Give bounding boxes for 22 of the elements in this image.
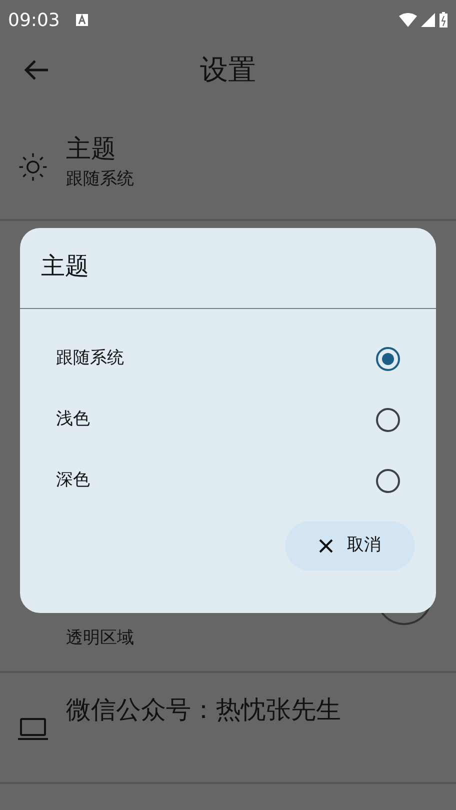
theme-option[interactable]: 深色 [20,450,436,511]
notification-icon [76,14,88,26]
dialog-title: 主题 [41,251,90,282]
setting-title: 主题 [66,133,117,165]
radio-button[interactable] [376,346,400,370]
laptop-icon [17,717,49,741]
setting-title: 微信公众号：热忱张先生 [66,694,341,726]
close-icon [319,539,333,553]
page-title: 设置 [200,52,256,88]
radio-button[interactable] [376,468,400,492]
setting-subtitle: 跟随系统 [66,168,134,191]
cancel-button[interactable]: 取消 [285,521,415,571]
battery-icon [439,12,448,28]
back-arrow-icon [23,59,49,81]
setting-subtitle: 透明区域 [66,627,134,650]
sun-icon [18,152,48,182]
signal-icon [421,13,435,27]
status-time: 09:03 [8,8,60,32]
theme-option[interactable]: 浅色 [20,389,436,450]
theme-option[interactable]: 跟随系统 [20,328,436,389]
wifi-icon [399,13,417,27]
radio-button[interactable] [376,408,400,432]
